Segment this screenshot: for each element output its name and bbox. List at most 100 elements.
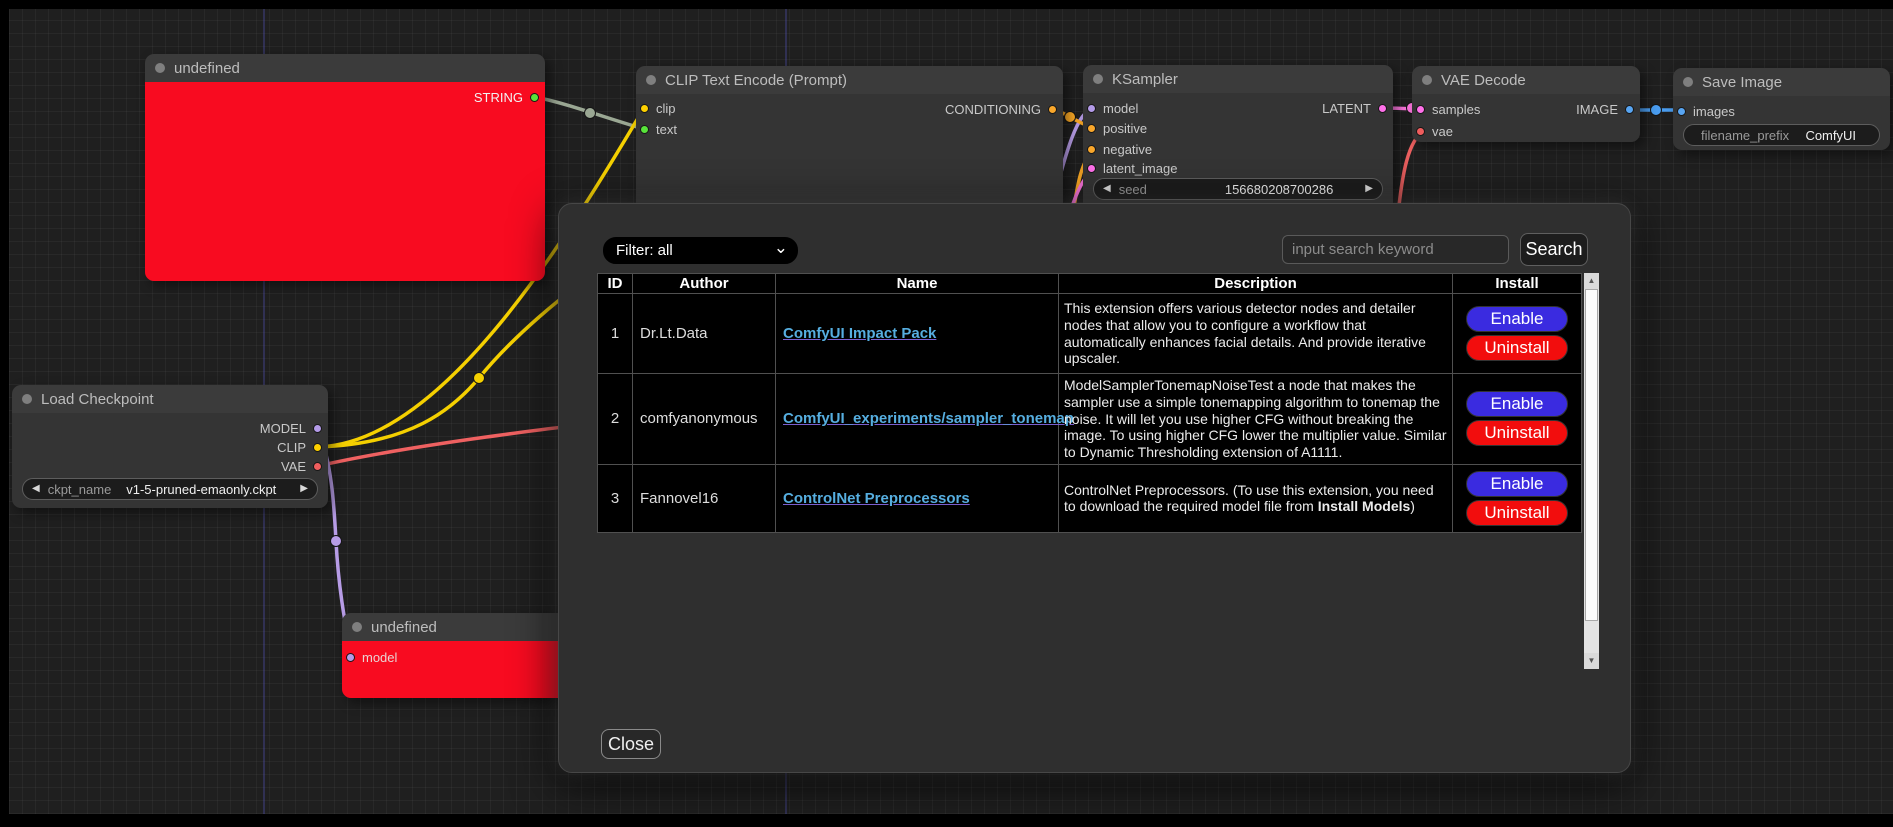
uninstall-button[interactable]: Uninstall xyxy=(1466,335,1568,361)
input-slot-samples[interactable]: samples xyxy=(1416,100,1480,118)
output-slot-conditioning[interactable]: CONDITIONING xyxy=(945,100,1057,118)
extension-link[interactable]: ComfyUI Impact Pack xyxy=(783,325,936,342)
node-load-checkpoint[interactable]: Load Checkpoint MODEL CLIP VAE ◀ ckpt_na… xyxy=(12,385,328,508)
input-slot-positive[interactable]: positive xyxy=(1087,119,1147,137)
col-header-description: Description xyxy=(1059,274,1453,294)
node-collapse-dot-icon[interactable] xyxy=(1093,74,1103,84)
table-scrollbar[interactable]: ▲ ▼ xyxy=(1584,273,1599,669)
input-slot-clip[interactable]: clip xyxy=(640,99,676,117)
input-port-samples[interactable] xyxy=(1416,105,1425,114)
node-collapse-dot-icon[interactable] xyxy=(1683,77,1693,87)
enable-button[interactable]: Enable xyxy=(1466,471,1568,497)
node-header[interactable]: Save Image xyxy=(1673,68,1890,96)
increment-arrow-icon[interactable]: ▶ xyxy=(300,484,308,494)
output-slot-string[interactable]: STRING xyxy=(474,88,539,106)
cell-id: 2 xyxy=(598,374,633,465)
node-undefined-top[interactable]: undefined STRING xyxy=(145,54,545,281)
input-slot-model[interactable]: model xyxy=(1087,99,1138,117)
input-slot-model[interactable]: model xyxy=(346,648,397,666)
filename-prefix-widget[interactable]: filename_prefix ComfyUI xyxy=(1683,124,1880,146)
output-slot-latent[interactable]: LATENT xyxy=(1322,99,1387,117)
output-port-image[interactable] xyxy=(1625,105,1634,114)
node-vae-decode[interactable]: VAE Decode samples vae IMAGE xyxy=(1412,66,1640,142)
cell-install: Enable Uninstall xyxy=(1453,374,1582,465)
node-header[interactable]: CLIP Text Encode (Prompt) xyxy=(636,66,1063,94)
enable-button[interactable]: Enable xyxy=(1466,306,1568,332)
filter-select[interactable]: Filter: all xyxy=(603,237,798,264)
search-button[interactable]: Search xyxy=(1520,233,1588,266)
table-header-row: ID Author Name Description Install xyxy=(598,274,1582,294)
input-port-vae[interactable] xyxy=(1416,127,1425,136)
cell-author: Fannovel16 xyxy=(633,464,776,532)
extension-manager-dialog: Filter: all ⌄ Search ID Author Name Desc… xyxy=(558,203,1631,773)
output-slot-image[interactable]: IMAGE xyxy=(1576,100,1634,118)
input-slot-text[interactable]: text xyxy=(640,120,677,138)
output-port-vae[interactable] xyxy=(313,462,322,471)
node-collapse-dot-icon[interactable] xyxy=(352,622,362,632)
node-collapse-dot-icon[interactable] xyxy=(22,394,32,404)
input-port-latent-image[interactable] xyxy=(1087,164,1096,173)
output-port-conditioning[interactable] xyxy=(1048,105,1057,114)
input-slot-images[interactable]: images xyxy=(1677,102,1735,120)
node-save-image[interactable]: Save Image images filename_prefix ComfyU… xyxy=(1673,68,1890,150)
output-slot-model[interactable]: MODEL xyxy=(260,419,322,437)
increment-arrow-icon[interactable]: ▶ xyxy=(1365,184,1373,194)
output-port-latent[interactable] xyxy=(1378,104,1387,113)
uninstall-button[interactable]: Uninstall xyxy=(1466,500,1568,526)
input-port-images[interactable] xyxy=(1677,107,1686,116)
cell-description: This extension offers various detector n… xyxy=(1059,294,1453,374)
seed-widget[interactable]: ◀ seed 156680208700286 ▶ xyxy=(1093,178,1383,200)
input-port-model[interactable] xyxy=(1087,104,1096,113)
input-slot-negative[interactable]: negative xyxy=(1087,140,1152,158)
node-header[interactable]: undefined xyxy=(145,54,545,82)
cell-author: Dr.Lt.Data xyxy=(633,294,776,374)
close-button[interactable]: Close xyxy=(601,729,661,759)
cell-author: comfyanonymous xyxy=(633,374,776,465)
cell-description: ModelSamplerTonemapNoiseTest a node that… xyxy=(1059,374,1453,465)
input-port-text[interactable] xyxy=(640,125,649,134)
scroll-down-icon[interactable]: ▼ xyxy=(1584,653,1599,669)
node-header[interactable]: KSampler xyxy=(1083,65,1393,93)
node-title: CLIP Text Encode (Prompt) xyxy=(636,72,847,89)
node-collapse-dot-icon[interactable] xyxy=(155,63,165,73)
input-slot-vae[interactable]: vae xyxy=(1416,122,1453,140)
decrement-arrow-icon[interactable]: ◀ xyxy=(32,484,40,494)
ckpt-name-widget[interactable]: ◀ ckpt_name v1-5-pruned-emaonly.ckpt ▶ xyxy=(22,478,318,500)
node-header[interactable]: Load Checkpoint xyxy=(12,385,328,413)
output-port-string[interactable] xyxy=(530,93,539,102)
cell-description: ControlNet Preprocessors. (To use this e… xyxy=(1059,464,1453,532)
node-body: samples vae IMAGE xyxy=(1412,94,1640,142)
output-port-model[interactable] xyxy=(313,424,322,433)
filename-prefix-value: ComfyUI xyxy=(1805,128,1856,143)
input-slot-latent-image[interactable]: latent_image xyxy=(1087,159,1177,177)
table-row: 3 Fannovel16 ControlNet Preprocessors Co… xyxy=(598,464,1582,532)
node-collapse-dot-icon[interactable] xyxy=(646,75,656,85)
input-port-negative[interactable] xyxy=(1087,145,1096,154)
scrollbar-thumb[interactable] xyxy=(1585,289,1598,621)
col-header-id: ID xyxy=(598,274,633,294)
input-port-positive[interactable] xyxy=(1087,124,1096,133)
input-port-clip[interactable] xyxy=(640,104,649,113)
col-header-author: Author xyxy=(633,274,776,294)
table-row: 2 comfyanonymous ComfyUI_experiments/sam… xyxy=(598,374,1582,465)
extension-link[interactable]: ComfyUI_experiments/sampler_tonemap xyxy=(783,410,1074,427)
col-header-install: Install xyxy=(1453,274,1582,294)
decrement-arrow-icon[interactable]: ◀ xyxy=(1103,184,1111,194)
cell-id: 3 xyxy=(598,464,633,532)
extension-table-container: ID Author Name Description Install 1 Dr.… xyxy=(597,273,1599,669)
filter-select-wrap: Filter: all ⌄ xyxy=(603,237,798,264)
output-slot-clip[interactable]: CLIP xyxy=(277,438,322,456)
node-header[interactable]: VAE Decode xyxy=(1412,66,1640,94)
search-input[interactable] xyxy=(1282,235,1509,264)
uninstall-button[interactable]: Uninstall xyxy=(1466,420,1568,446)
scroll-up-icon[interactable]: ▲ xyxy=(1584,273,1599,289)
output-port-clip[interactable] xyxy=(313,443,322,452)
seed-widget-label: seed xyxy=(1119,182,1147,197)
input-port-model[interactable] xyxy=(346,653,355,662)
output-slot-vae[interactable]: VAE xyxy=(281,457,322,475)
ckpt-name-label: ckpt_name xyxy=(48,482,112,497)
cell-install: Enable Uninstall xyxy=(1453,464,1582,532)
node-collapse-dot-icon[interactable] xyxy=(1422,75,1432,85)
extension-link[interactable]: ControlNet Preprocessors xyxy=(783,490,970,507)
enable-button[interactable]: Enable xyxy=(1466,391,1568,417)
